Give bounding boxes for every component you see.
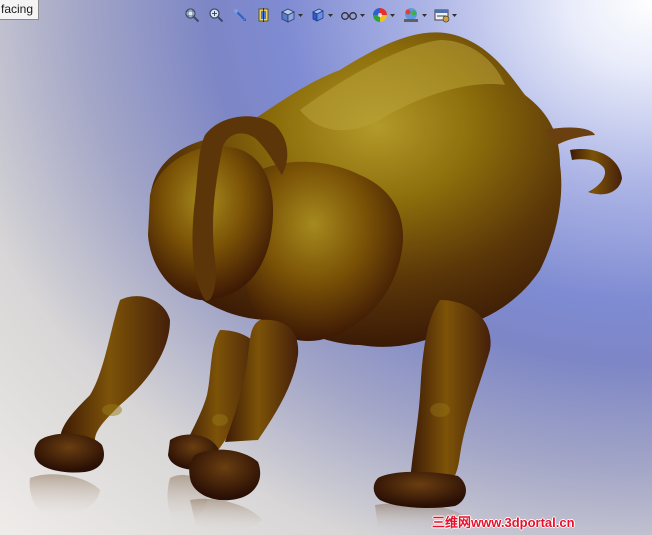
zoom-to-fit-icon — [185, 8, 200, 23]
hide-show-items-icon — [341, 12, 357, 20]
apply-scene-button[interactable] — [401, 5, 421, 25]
section-view-button[interactable] — [255, 5, 273, 25]
hide-show-items-button[interactable] — [339, 5, 359, 25]
chevron-down-icon[interactable] — [327, 5, 333, 25]
view-settings-button[interactable] — [433, 5, 451, 25]
heads-up-view-toolbar — [183, 4, 457, 26]
view-orientation-button[interactable] — [279, 5, 297, 25]
chevron-down-icon[interactable] — [297, 5, 303, 25]
hoof-back-left — [34, 433, 105, 473]
zoom-to-area-button[interactable] — [207, 5, 225, 25]
view-settings-icon — [434, 9, 450, 23]
view-orientation-icon — [281, 8, 295, 23]
display-style-icon — [312, 8, 324, 22]
view-orientation-label: facing — [0, 0, 40, 20]
chevron-down-icon[interactable] — [389, 5, 395, 25]
section-view-icon — [258, 8, 269, 22]
zoom-to-area-icon — [209, 8, 224, 23]
bull-model[interactable] — [0, 0, 652, 535]
bull-leg-back-left — [60, 296, 170, 440]
chevron-down-icon[interactable] — [359, 5, 365, 25]
graphics-viewport[interactable]: facing 三维网www.3dportal.cn — [0, 0, 652, 535]
watermark-text: 三维网www.3dportal.cn — [432, 515, 575, 530]
apply-scene-icon — [404, 8, 418, 22]
previous-view-button[interactable] — [231, 5, 249, 25]
previous-view-icon — [234, 9, 246, 21]
zoom-to-fit-button[interactable] — [183, 5, 201, 25]
hoof-front-right — [373, 471, 466, 508]
chevron-down-icon[interactable] — [451, 5, 457, 25]
edit-appearance-button[interactable] — [371, 5, 389, 25]
hoof-mid — [189, 449, 261, 501]
chevron-down-icon[interactable] — [421, 5, 427, 25]
display-style-button[interactable] — [309, 5, 327, 25]
edit-appearance-icon — [373, 8, 387, 22]
